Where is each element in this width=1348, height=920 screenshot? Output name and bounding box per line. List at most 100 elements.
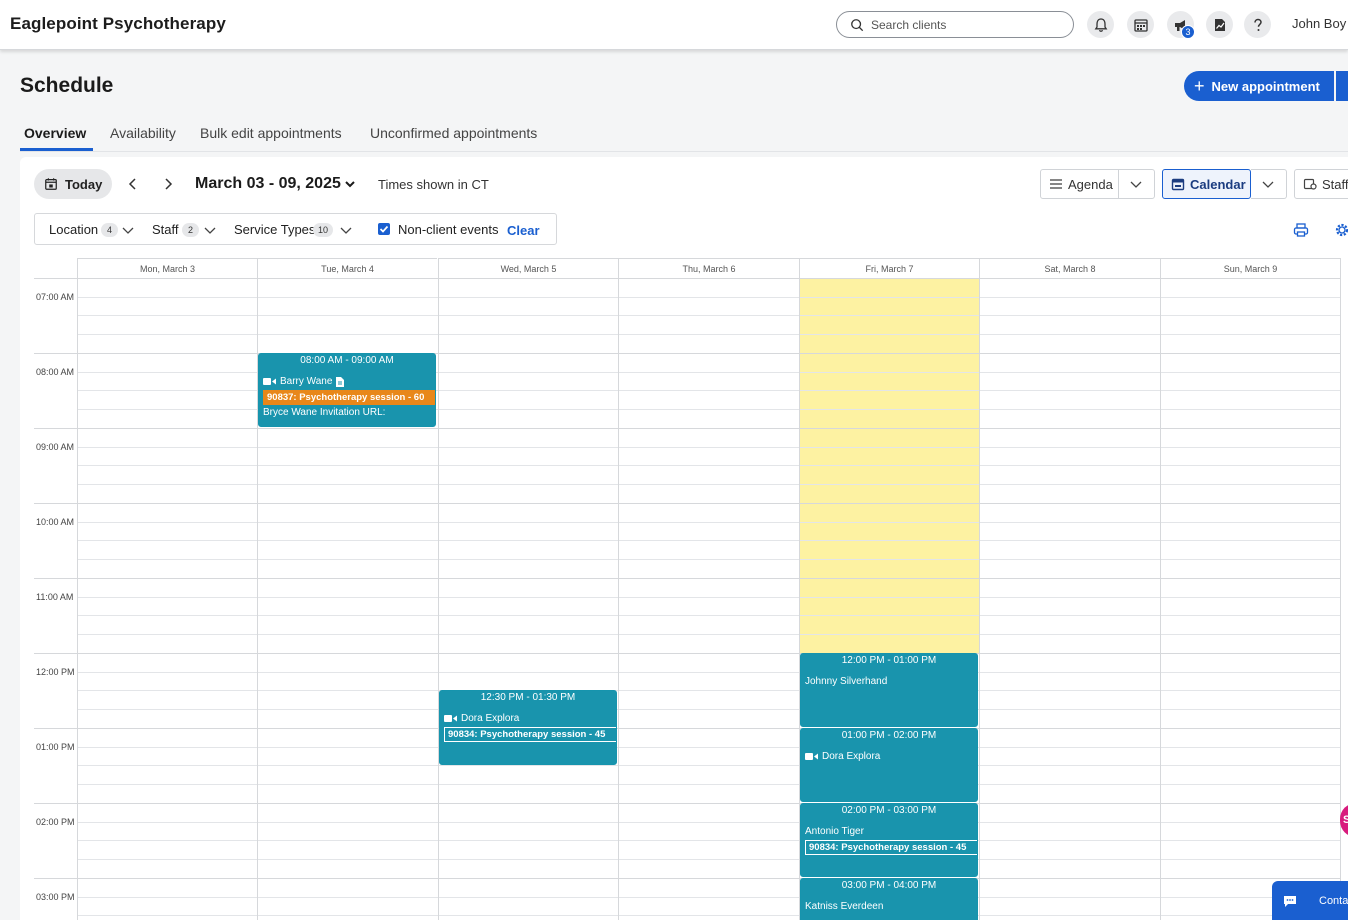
agenda-divider [1118,170,1119,198]
staff-filter[interactable]: Staff [152,222,179,237]
appointment-client: Katniss Everdeen [805,901,883,912]
agenda-view-button[interactable]: Agenda [1040,169,1155,199]
quarter-line [77,859,1341,860]
service-tag: 90834: Psychotherapy session - 45 [444,727,616,742]
quarter-line [77,672,1341,673]
appointment-client: Barry Wane [263,376,345,387]
day-column-line [1160,278,1161,920]
appointment-client: Johnny Silverhand [805,676,887,687]
appointment-card[interactable]: 08:00 AM - 09:00 AM Barry Wane 90837: Ps… [258,353,436,427]
quarter-line [77,484,1341,485]
client-name: Dora Explora [461,713,520,724]
contact-chat-button[interactable]: Contact [1272,881,1348,920]
search-box[interactable] [836,11,1074,38]
appointment-card[interactable]: 02:00 PM - 03:00 PM Antonio Tiger 90834:… [800,803,978,877]
quarter-line [77,822,1341,823]
chevron-down-icon[interactable] [204,225,216,237]
calendar-view-button[interactable]: Calendar [1162,169,1251,199]
chevron-down-icon[interactable] [122,225,134,237]
hour-line [34,428,1341,429]
clear-filters-link[interactable]: Clear [507,223,540,238]
time-label: 09:00 AM [36,442,75,452]
quarter-line [77,297,1341,298]
calendar-view-dropdown[interactable] [1251,169,1287,199]
date-range-picker[interactable]: March 03 - 09, 2025 [195,175,341,193]
location-filter[interactable]: Location [49,222,98,237]
hour-line [34,353,1341,354]
time-label: 08:00 AM [36,367,75,377]
time-label: 10:00 AM [36,517,75,527]
notifications-button[interactable] [1087,11,1114,38]
time-label: 07:00 AM [36,292,75,302]
chevron-down-icon[interactable] [344,178,356,190]
previous-week-icon[interactable] [125,176,141,192]
new-appointment-button[interactable]: + New appointment [1184,71,1334,101]
hour-line [34,578,1341,579]
gear-icon[interactable] [1334,222,1348,238]
chevron-down-icon[interactable] [1130,178,1142,190]
quarter-line [77,840,1341,841]
staff-label: Staff [1322,177,1348,192]
reports-button[interactable] [1206,11,1233,38]
tab-overview[interactable]: Overview [24,125,86,141]
quarter-line [77,709,1341,710]
location-count-badge: 4 [101,223,118,237]
top-bar: Eaglepoint Psychotherapy 3 John Boy [0,0,1348,50]
timezone-label: Times shown in CT [378,177,489,192]
time-label: 11:00 AM [36,592,74,602]
chevron-down-icon[interactable] [340,225,352,237]
user-menu[interactable]: John Boy [1292,16,1346,31]
quarter-line [77,915,1341,916]
brand-name[interactable]: Eaglepoint Psychotherapy [10,14,226,34]
calendar-today-icon [45,178,57,190]
quarter-line [77,634,1341,635]
appointment-card[interactable]: 12:30 PM - 01:30 PM Dora Explora 90834: … [439,690,617,765]
time-label: 01:00 PM [36,742,75,752]
tab-unconfirmed[interactable]: Unconfirmed appointments [370,125,537,141]
page-title: Schedule [20,74,114,97]
announcements-button[interactable]: 3 [1167,11,1195,39]
search-input[interactable] [871,17,1066,33]
video-camera-icon [263,378,276,385]
service-types-count-badge: 10 [313,223,334,237]
appointment-time: 02:00 PM - 03:00 PM [841,805,937,816]
printer-icon[interactable] [1293,222,1309,238]
day-header: Sun, March 9 [1160,258,1341,278]
chart-document-icon [1214,18,1225,31]
search-icon [851,19,864,32]
quarter-line [77,540,1341,541]
non-client-events-label: Non-client events [398,222,499,237]
appointment-card[interactable]: 12:00 PM - 01:00 PM Johnny Silverhand [800,653,978,727]
calendar-shortcut-button[interactable] [1127,11,1154,38]
appointment-time: 12:00 PM - 01:00 PM [841,655,937,666]
appointment-card[interactable]: 01:00 PM - 02:00 PM Dora Explora [800,728,978,802]
quarter-line [77,747,1341,748]
question-icon [1253,18,1262,31]
hour-line [34,278,1341,279]
next-week-icon[interactable] [160,176,176,192]
quarter-line [77,315,1341,316]
new-appointment-label: New appointment [1211,78,1320,94]
today-button[interactable]: Today [34,169,112,199]
day-header: Fri, March 7 [799,258,979,278]
appointment-card[interactable]: 03:00 PM - 04:00 PM Katniss Everdeen [800,878,978,920]
quarter-line [77,784,1341,785]
hour-line [34,878,1341,879]
new-appointment-dropdown[interactable] [1336,71,1348,101]
non-client-events-checkbox[interactable] [378,223,390,235]
appointment-client: Dora Explora [805,751,880,762]
service-types-filter[interactable]: Service Types [234,222,315,237]
staff-view-button[interactable]: Staff [1294,169,1348,199]
tab-availability[interactable]: Availability [110,125,176,141]
day-column-line [438,278,439,920]
time-label: 02:00 PM [36,817,75,827]
quarter-line [77,522,1341,523]
video-camera-icon [444,715,457,722]
video-camera-icon [805,753,818,760]
help-button[interactable] [1244,11,1271,38]
quarter-line [77,559,1341,560]
day-column-line [618,278,619,920]
calendar-grid: Mon, March 3 Tue, March 4 Wed, March 5 T… [34,258,1341,920]
day-header: Mon, March 3 [77,258,257,278]
tab-bulk-edit[interactable]: Bulk edit appointments [200,125,342,141]
